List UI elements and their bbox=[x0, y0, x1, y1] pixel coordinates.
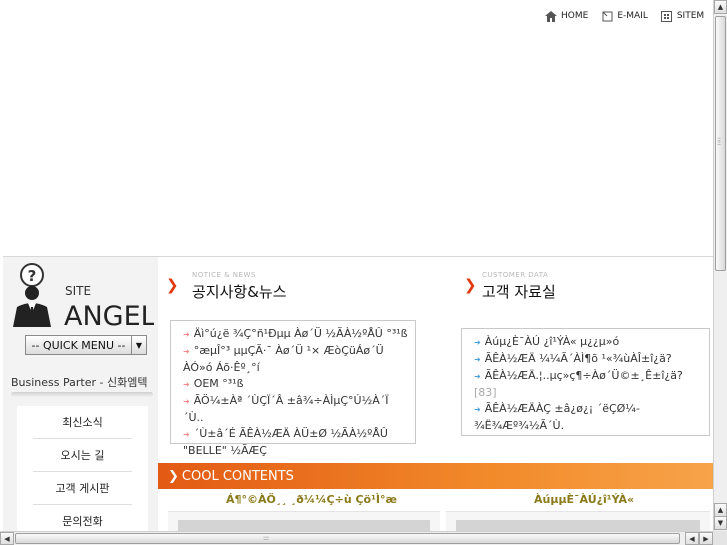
scroll-right-arrow-icon[interactable]: ▶ bbox=[699, 532, 713, 545]
customer-title[interactable]: 고객 자료실 bbox=[482, 281, 556, 302]
customer-list: ➜ Àúµ¿È¯ÀÚ ¿î¹ÝÀ« µ¿¿µ»ó ➜ ÃÊÀ½ÆÄ ¼¼Ã´ÀÌ¶õ… bbox=[461, 328, 710, 436]
notice-section-header: ❯ NOTICE & NEWS 공지사항&뉴스 bbox=[166, 257, 426, 307]
bullet-icon: ➜ bbox=[183, 330, 190, 339]
notice-list: ➜ Äì°ú¿ë ¾Ç°ñ¹Ðµµ Àø´Ü ½ÃÀ½ºÅÛ °³¹ß ➜ °æµÎ… bbox=[170, 320, 416, 457]
chevron-right-icon: ❯ bbox=[166, 276, 179, 294]
list-item[interactable]: ➜ Äì°ú¿ë ¾Ç°ñ¹Ðµµ Àø´Ü ½ÃÀ½ºÅÛ °³¹ß bbox=[183, 326, 408, 343]
bullet-icon: ➜ bbox=[183, 380, 190, 389]
scroll-up-arrow-icon[interactable]: ▲ bbox=[714, 503, 727, 517]
bullet-icon: ➜ bbox=[183, 430, 190, 439]
cool-contents-label: COOL CONTENTS bbox=[181, 468, 294, 484]
chevron-right-icon: ❯ bbox=[168, 468, 179, 484]
scrollbar-corner bbox=[713, 531, 727, 545]
horizontal-scroll-thumb[interactable] bbox=[15, 533, 680, 544]
cool-right-panel bbox=[446, 511, 710, 534]
list-item[interactable]: ➜ ´Ù±â´É ÃÊÀ½ÆÄ ÀÜ±Ø ½ÃÀ½ºÅÛ "BELLE" ½ÃÆÇ bbox=[183, 426, 408, 459]
item-count: [83] bbox=[474, 386, 497, 399]
bullet-icon: ➜ bbox=[474, 372, 481, 381]
dropdown-arrow-icon[interactable]: ▼ bbox=[132, 335, 147, 355]
list-item[interactable]: ➜ ÃÊÀ½ÆÄ ¼¼Ã´ÀÌ¶õ ¹«¾ùÀÎ±î¿ä? bbox=[474, 351, 702, 368]
side-menu-item[interactable]: 오시는 길 bbox=[33, 439, 132, 472]
list-item[interactable]: ➜ Àúµ¿È¯ÀÚ ¿î¹ÝÀ« µ¿¿µ»ó bbox=[474, 334, 702, 351]
svg-text:?: ? bbox=[28, 267, 37, 285]
scroll-left-arrow-icon[interactable]: ◀ bbox=[0, 532, 14, 545]
side-menu-item[interactable]: 고객 게시판 bbox=[33, 472, 132, 505]
list-item[interactable]: ➜ °æµÎ°³ µµÇÃ·¯ Àø´Ü ¹× ÆòÇüÁø´Ü ÀÓ»ó Áõ·… bbox=[183, 343, 408, 376]
logo-top-text: SITE bbox=[65, 284, 91, 298]
sidebar: ? SITE ANGEL -- QUICK MENU -- ▼ Business… bbox=[3, 256, 158, 538]
cool-contents-bar: ❯ COOL CONTENTS bbox=[158, 463, 713, 489]
page: HOME E-MAIL SITEM ? SITE ANGEL -- QUICK … bbox=[0, 0, 727, 545]
bullet-icon: ➜ bbox=[474, 338, 481, 347]
customer-section-header: ❯ CUSTOMER DATA 고객 자료실 bbox=[464, 257, 704, 307]
notice-subtitle: NOTICE & NEWS bbox=[192, 271, 256, 279]
cool-right-title[interactable]: ÀúµµÈ¯ÀÚ¿î¹ÝÀ« bbox=[534, 493, 634, 506]
vertical-scrollbar[interactable]: ▲ :::::: ▲ ▼ bbox=[713, 0, 727, 531]
email-label: E-MAIL bbox=[617, 11, 648, 21]
side-menu-item[interactable]: 최신소식 bbox=[33, 406, 132, 439]
grip-icon: ::::: bbox=[263, 535, 269, 542]
main-content: ❯ NOTICE & NEWS 공지사항&뉴스 ➜ Äì°ú¿ë ¾Ç°ñ¹Ðµµ… bbox=[158, 256, 713, 534]
scroll-up-arrow-icon[interactable]: ▲ bbox=[714, 0, 727, 14]
quick-menu-select[interactable]: -- QUICK MENU -- ▼ bbox=[25, 335, 147, 355]
business-partner-text: Business Parter - 신화엠텍 bbox=[11, 376, 148, 389]
customer-subtitle: CUSTOMER DATA bbox=[482, 271, 549, 279]
email-link[interactable]: E-MAIL bbox=[601, 11, 648, 22]
cool-left-panel bbox=[168, 511, 440, 534]
sitemap-link[interactable]: SITEM bbox=[661, 10, 705, 22]
top-nav: HOME E-MAIL SITEM bbox=[545, 9, 704, 23]
divider bbox=[11, 392, 153, 397]
bullet-icon: ➜ bbox=[474, 355, 481, 364]
grip-icon: :::::: bbox=[717, 136, 721, 147]
notice-title[interactable]: 공지사항&뉴스 bbox=[192, 281, 287, 302]
home-link[interactable]: HOME bbox=[545, 10, 589, 22]
list-item[interactable]: ➜ ÃÊÀ½ÆÄÀÇ ±â¿ø¿¡ ´ëÇØ¼­ ¾Ë¾Æº¾½Ã´Ù. bbox=[474, 401, 702, 434]
scroll-left-arrow-icon[interactable]: ◀ bbox=[685, 532, 699, 545]
site-angel-logo[interactable]: ? SITE ANGEL bbox=[9, 263, 156, 332]
bullet-icon: ➜ bbox=[474, 405, 481, 414]
bullet-icon: ➜ bbox=[183, 397, 190, 406]
quick-menu-value[interactable]: -- QUICK MENU -- bbox=[25, 335, 132, 355]
list-item[interactable]: ➜ ÃÖ¼±Àª ´ÙÇÏ´Â ±â¾÷ÀÌµÇ°Ú½À´Ï´Ù.. bbox=[183, 393, 408, 426]
scroll-down-arrow-icon[interactable]: ▼ bbox=[714, 516, 727, 530]
cool-left-title[interactable]: Á¶°©ÀÖ¸¸ ¸ð¼¼Ç÷ù Çö¹Ì°æ bbox=[226, 493, 397, 506]
list-item[interactable]: ➜ ÃÊÀ½ÆÄ.¦..µç»ç¶÷Àø´Ü©±¸Ê±î¿ä? [83] bbox=[474, 368, 702, 401]
horizontal-scrollbar[interactable]: ◀ ::::: ◀ ▶ bbox=[0, 531, 713, 545]
sitemap-label: SITEM bbox=[676, 11, 705, 21]
side-menu: 최신소식 오시는 길 고객 게시판 문의전화 bbox=[17, 406, 148, 538]
email-icon bbox=[601, 11, 613, 22]
chevron-right-icon: ❯ bbox=[464, 276, 477, 294]
sitemap-icon bbox=[661, 10, 673, 22]
home-icon bbox=[545, 10, 557, 22]
logo-bottom-text: ANGEL bbox=[64, 301, 154, 331]
list-item[interactable]: ➜ OEM °³¹ß bbox=[183, 376, 408, 393]
bullet-icon: ➜ bbox=[183, 347, 190, 356]
home-label: HOME bbox=[561, 11, 589, 21]
